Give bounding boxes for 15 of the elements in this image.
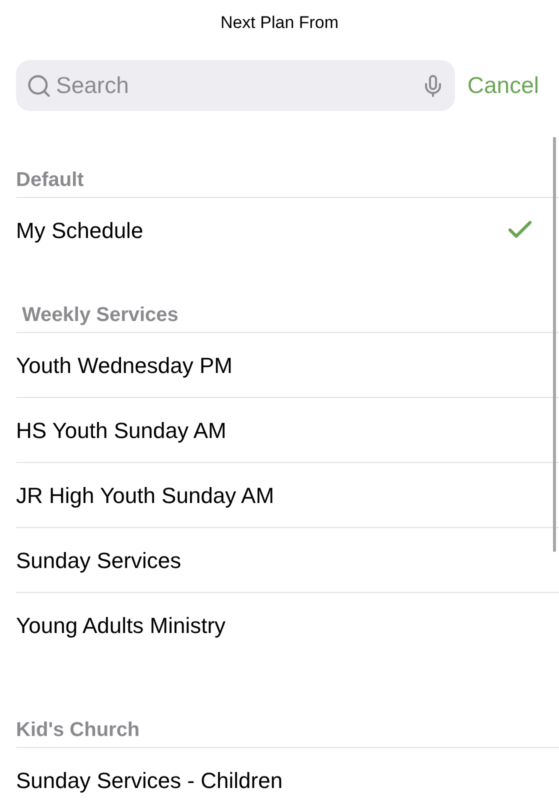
row-label: Young Adults Ministry — [16, 612, 227, 640]
section-header: Default — [16, 168, 84, 193]
row-label: JR High Youth Sunday AM — [16, 482, 276, 510]
row-label: Youth Wednesday PM — [16, 352, 234, 380]
scrollbar[interactable] — [553, 137, 556, 552]
row-label: My Schedule — [16, 216, 144, 245]
section-header: Kid's Church — [16, 718, 140, 743]
section-header: Weekly Services — [22, 303, 178, 328]
search-icon — [26, 72, 52, 98]
row-label: Sunday Services - Children — [16, 766, 284, 795]
row-label: HS Youth Sunday AM — [16, 416, 228, 445]
search-field[interactable]: Search — [56, 68, 418, 103]
search-bar[interactable]: Search — [16, 60, 456, 111]
sheet-title: Next Plan From — [220, 12, 339, 34]
row-label: Sunday Services — [16, 546, 182, 575]
